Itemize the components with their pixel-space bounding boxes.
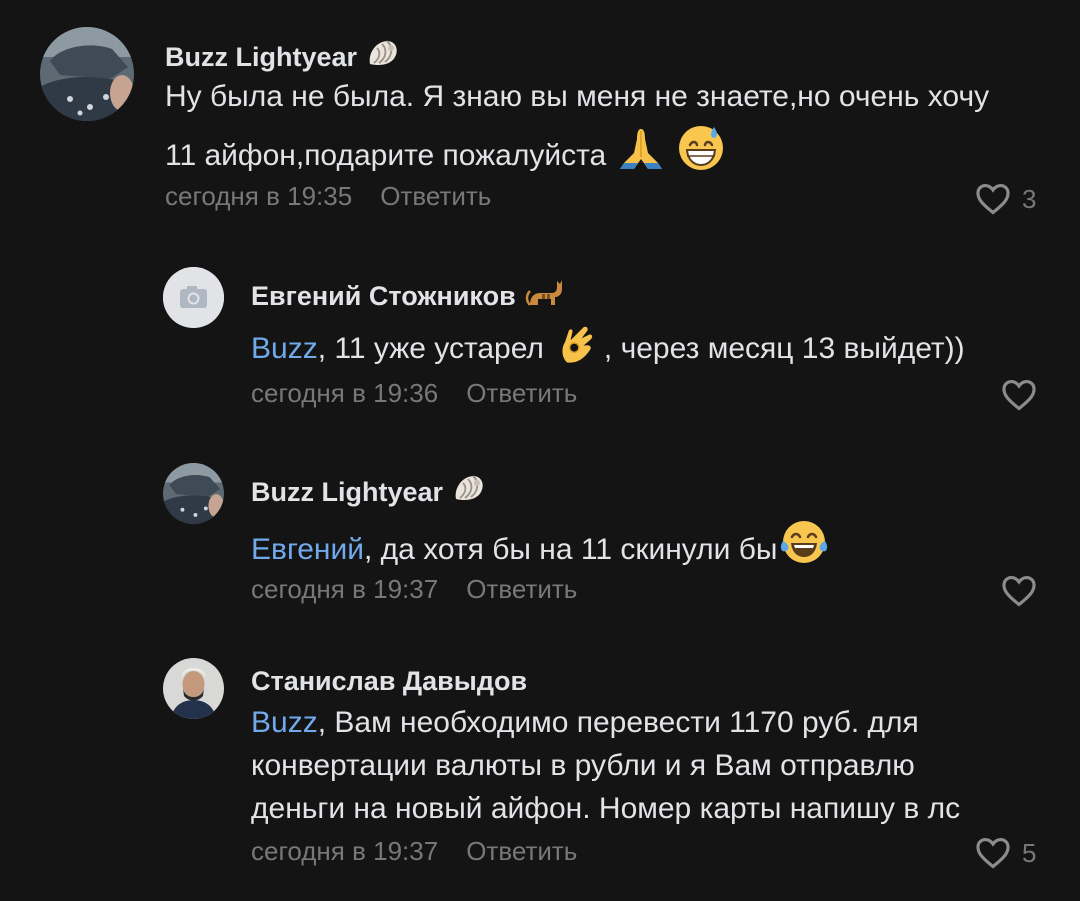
like-button[interactable]: 5 bbox=[974, 834, 1036, 872]
ok-hand-icon bbox=[554, 320, 600, 366]
comment-text: Buzz, Вам необходимо перевести 1170 руб.… bbox=[251, 706, 919, 739]
avatar[interactable] bbox=[163, 463, 224, 524]
author-name[interactable]: Buzz Lightyear bbox=[165, 36, 401, 73]
like-count: 5 bbox=[1022, 837, 1037, 868]
reply-button[interactable]: Ответить bbox=[380, 181, 491, 211]
comment-text: деньги на новый айфон. Номер карты напиш… bbox=[251, 787, 960, 830]
comment-text: Евгений, да хотя бы на 11 скинули бы bbox=[251, 517, 833, 571]
comment-text-line-2: 11 айфон,подарите пожалуйста bbox=[165, 139, 607, 172]
shell-icon bbox=[365, 36, 401, 72]
comment-text: 11 айфон,подарите пожалуйста bbox=[165, 123, 730, 177]
camera-icon bbox=[163, 267, 224, 328]
mention-link[interactable]: Buzz bbox=[251, 332, 318, 365]
avatar[interactable] bbox=[163, 267, 224, 328]
tears-of-joy-icon bbox=[779, 517, 829, 567]
comment-text: Ну была не была. Я знаю вы меня не знает… bbox=[165, 75, 989, 118]
reply-button[interactable]: Ответить bbox=[466, 378, 577, 408]
reply-button[interactable]: Ответить bbox=[466, 836, 577, 866]
reply-button[interactable]: Ответить bbox=[466, 574, 577, 604]
like-button[interactable] bbox=[1000, 572, 1048, 610]
comment-text-line-2: конвертации валюты в рубли и я Вам отпра… bbox=[251, 749, 915, 782]
timestamp: сегодня в 19:36 bbox=[251, 378, 439, 408]
shell-icon bbox=[451, 471, 487, 507]
heart-icon bbox=[1000, 376, 1038, 414]
comment-meta: сегодня в 19:36 Ответить bbox=[251, 378, 577, 408]
heart-icon bbox=[974, 180, 1012, 218]
comment-meta: сегодня в 19:37 Ответить bbox=[251, 836, 577, 866]
mention-link[interactable]: Buzz bbox=[251, 706, 318, 739]
comment-text: конвертации валюты в рубли и я Вам отпра… bbox=[251, 744, 915, 787]
cat-icon bbox=[524, 275, 564, 311]
comment-text-line-1: Ну была не была. Я знаю вы меня не знает… bbox=[165, 80, 990, 113]
like-button[interactable] bbox=[1000, 376, 1048, 414]
heart-icon bbox=[974, 834, 1012, 872]
author-name[interactable]: Евгений Стожников bbox=[251, 275, 564, 312]
comment-meta: сегодня в 19:35 Ответить bbox=[165, 181, 491, 211]
grinning-sweat-icon bbox=[676, 123, 726, 173]
folded-hands-icon bbox=[616, 123, 666, 173]
avatar[interactable] bbox=[40, 27, 134, 121]
mention-link[interactable]: Евгений bbox=[251, 533, 364, 566]
comment-text-line-3: деньги на новый айфон. Номер карты напиш… bbox=[251, 792, 961, 825]
timestamp: сегодня в 19:37 bbox=[251, 836, 439, 866]
timestamp: сегодня в 19:37 bbox=[251, 574, 439, 604]
comment-meta: сегодня в 19:37 Ответить bbox=[251, 574, 577, 604]
comment-text: Buzz, 11 уже устарел, через месяц 13 вый… bbox=[251, 320, 965, 370]
heart-icon bbox=[1000, 572, 1038, 610]
like-button[interactable]: 3 bbox=[974, 180, 1036, 218]
like-count: 3 bbox=[1022, 183, 1037, 214]
avatar[interactable] bbox=[163, 658, 224, 719]
timestamp: сегодня в 19:35 bbox=[165, 181, 353, 211]
author-name[interactable]: Buzz Lightyear bbox=[251, 471, 487, 508]
author-name[interactable]: Станислав Давыдов bbox=[251, 665, 527, 697]
